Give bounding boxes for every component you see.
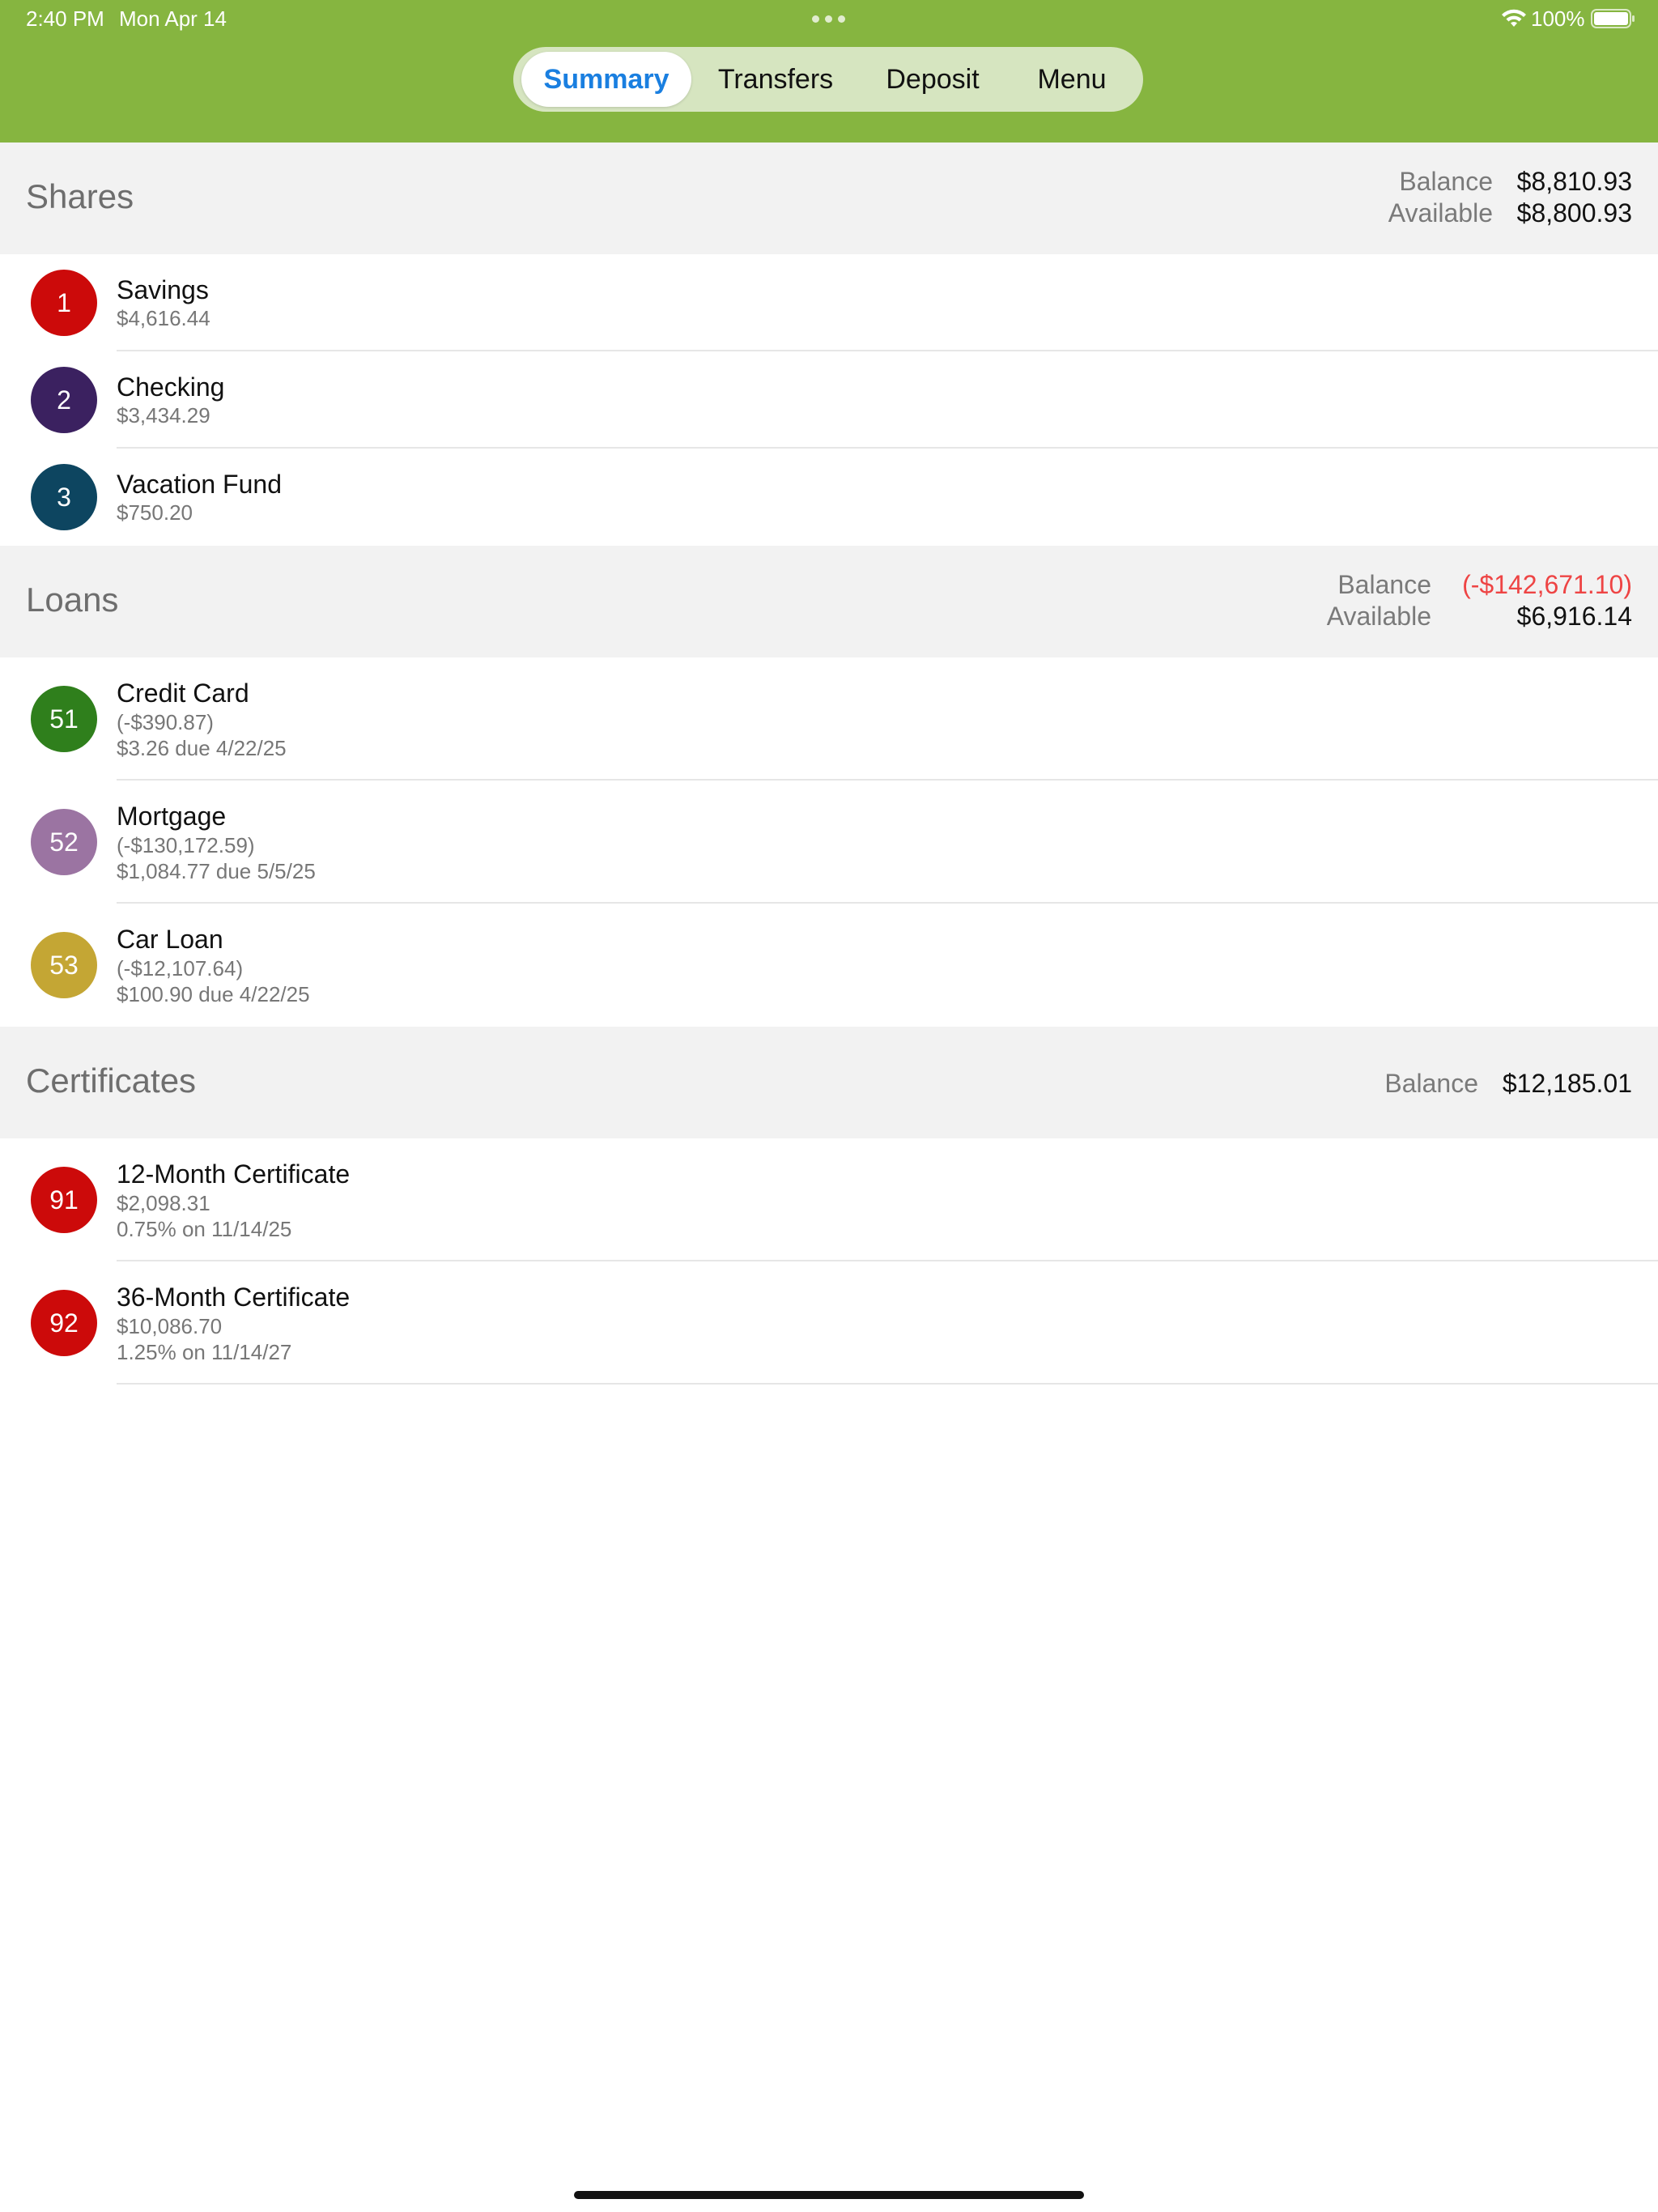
account-amount: $4,616.44	[117, 306, 210, 330]
account-number-badge: 51	[31, 686, 97, 752]
section-title: Shares	[26, 177, 134, 215]
account-number-badge: 53	[31, 932, 97, 998]
account-number-badge: 92	[31, 1290, 97, 1356]
status-time: 2:40 PM	[26, 6, 104, 31]
home-indicator[interactable]	[574, 2191, 1084, 2199]
account-number-badge: 52	[31, 809, 97, 875]
account-name: Vacation Fund	[117, 470, 282, 499]
balance-label: Balance	[1337, 570, 1431, 599]
payment-due: $1,084.77 due 5/5/25	[117, 859, 316, 883]
certificates-section-header: Certificates Balance $12,185.01	[0, 1027, 1658, 1138]
account-amount: (-$12,107.64)	[117, 956, 244, 981]
available-label: Available	[1326, 602, 1431, 631]
account-row-car-loan[interactable]: 53 Car Loan (-$12,107.64) $100.90 due 4/…	[0, 904, 1658, 1027]
balance-label: Balance	[1384, 1069, 1478, 1098]
loans-section-header: Loans Balance (-$142,671.10) Available $…	[0, 546, 1658, 657]
tab-transfers[interactable]: Transfers	[695, 52, 857, 107]
rate-maturity: 0.75% on 11/14/25	[117, 1217, 292, 1241]
account-name: Car Loan	[117, 925, 223, 954]
account-name: Mortgage	[117, 802, 227, 831]
loans-balance-value: (-$142,671.10)	[1462, 570, 1632, 599]
battery-percentage: 100%	[1531, 6, 1585, 31]
account-name: Savings	[117, 275, 209, 304]
account-number-badge: 3	[31, 464, 97, 530]
tab-deposit[interactable]: Deposit	[860, 52, 1005, 107]
account-row-savings[interactable]: 1 Savings $4,616.44	[0, 254, 1658, 351]
account-name: Credit Card	[117, 678, 249, 708]
multitasking-icon[interactable]	[812, 15, 845, 23]
tab-menu[interactable]: Menu	[1009, 52, 1135, 107]
payment-due: $3.26 due 4/22/25	[117, 736, 287, 760]
balance-label: Balance	[1399, 167, 1493, 196]
account-row-36-month-certificate[interactable]: 92 36-Month Certificate $10,086.70 1.25%…	[0, 1261, 1658, 1385]
main-tab-control: Summary Transfers Deposit Menu	[513, 47, 1143, 112]
account-row-credit-card[interactable]: 51 Credit Card (-$390.87) $3.26 due 4/22…	[0, 657, 1658, 781]
available-label: Available	[1388, 198, 1493, 228]
battery-icon	[1591, 9, 1635, 28]
account-name: Checking	[117, 372, 225, 402]
shares-available-value: $8,800.93	[1516, 198, 1632, 228]
certificates-balance-value: $12,185.01	[1502, 1069, 1632, 1098]
account-amount: $750.20	[117, 500, 193, 525]
account-row-mortgage[interactable]: 52 Mortgage (-$130,172.59) $1,084.77 due…	[0, 781, 1658, 904]
payment-due: $100.90 due 4/22/25	[117, 982, 310, 1006]
account-number-badge: 1	[31, 270, 97, 336]
rate-maturity: 1.25% on 11/14/27	[117, 1340, 292, 1364]
top-bar: 2:40 PM Mon Apr 14 100% Summary Transfer…	[0, 0, 1658, 143]
account-amount: $3,434.29	[117, 403, 210, 428]
account-number-badge: 2	[31, 367, 97, 433]
account-amount: (-$130,172.59)	[117, 833, 255, 857]
account-name: 12-Month Certificate	[117, 1159, 351, 1189]
row-divider	[117, 1383, 1658, 1385]
shares-section-header: Shares Balance $8,810.93 Available $8,80…	[0, 143, 1658, 254]
status-date: Mon Apr 14	[119, 6, 227, 31]
account-amount: $10,086.70	[117, 1314, 223, 1338]
loans-available-value: $6,916.14	[1516, 602, 1632, 631]
account-name: 36-Month Certificate	[117, 1283, 351, 1312]
shares-balance-value: $8,810.93	[1516, 167, 1632, 196]
account-row-12-month-certificate[interactable]: 91 12-Month Certificate $2,098.31 0.75% …	[0, 1138, 1658, 1261]
account-number-badge: 91	[31, 1167, 97, 1233]
section-title: Certificates	[26, 1061, 197, 1100]
section-title: Loans	[26, 581, 119, 619]
account-row-vacation-fund[interactable]: 3 Vacation Fund $750.20	[0, 449, 1658, 546]
account-row-checking[interactable]: 2 Checking $3,434.29	[0, 351, 1658, 449]
account-amount: $2,098.31	[117, 1191, 210, 1215]
tab-summary[interactable]: Summary	[521, 52, 691, 107]
account-amount: (-$390.87)	[117, 710, 214, 734]
wifi-icon	[1502, 9, 1526, 27]
